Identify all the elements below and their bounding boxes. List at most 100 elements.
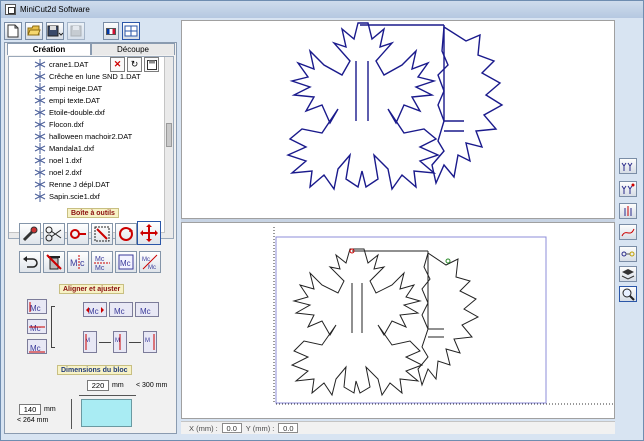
list-item[interactable]: noel 1.dxf	[33, 154, 82, 166]
align-connector	[51, 306, 52, 347]
list-item[interactable]: Sapin.scie1.dxf	[33, 190, 100, 202]
center-horizontal-icon[interactable]: Mc	[83, 302, 107, 317]
save-as-icon[interactable]	[144, 57, 159, 72]
list-item[interactable]: Renne J dépl.DAT	[33, 178, 110, 190]
x-value: 0.0	[221, 423, 242, 433]
svg-text:Mc: Mc	[114, 307, 125, 316]
svg-text:Mc: Mc	[88, 307, 99, 316]
list-item[interactable]: halloween machoir2.DAT	[33, 130, 132, 142]
layout-icon[interactable]	[122, 22, 140, 40]
svg-text:Mc: Mc	[142, 257, 150, 263]
open-folder-icon[interactable]	[25, 22, 43, 40]
list-item[interactable]: Flocon.dxf	[33, 118, 84, 130]
distribute-right-icon[interactable]: M	[143, 331, 157, 353]
width-dimension-line	[79, 395, 136, 396]
disk-icon[interactable]	[67, 22, 85, 40]
distribute-left-icon[interactable]: M	[83, 331, 97, 353]
list-item[interactable]: noel 2.dxf	[33, 166, 82, 178]
group-icon[interactable]: Mc	[115, 251, 137, 273]
align-connector	[51, 306, 55, 307]
width-input[interactable]: 220	[87, 380, 109, 391]
end-point-marker	[445, 258, 451, 264]
list-item[interactable]: Etoile-double.dxf	[33, 106, 105, 118]
center-both-icon[interactable]: Mc	[109, 302, 133, 317]
distribute-center-icon[interactable]: M	[113, 331, 127, 353]
snowflake-file-icon	[33, 106, 47, 118]
delete-icon[interactable]	[43, 251, 65, 273]
resize-icon[interactable]	[91, 223, 113, 245]
height-dimension-line	[71, 399, 72, 429]
tree-duplicate-icon[interactable]	[619, 181, 637, 197]
align-center-icon[interactable]: Mc	[27, 319, 47, 334]
y-label: Y (mm) :	[245, 423, 275, 433]
file-name: empi neige.DAT	[49, 83, 103, 93]
new-file-icon[interactable]	[4, 22, 22, 40]
left-panel: Création Découpe crane1.DAT Crêche en lu…	[4, 42, 177, 434]
list-item[interactable]: empi texte.DAT	[33, 94, 100, 106]
list-item[interactable]: crane1.DAT	[33, 58, 88, 70]
align-left-icon[interactable]: Mc	[27, 299, 47, 314]
node-icon[interactable]	[67, 223, 89, 245]
tree-add-icon[interactable]	[619, 158, 637, 174]
scissors-icon[interactable]	[43, 223, 65, 245]
file-name: halloween machoir2.DAT	[49, 131, 133, 141]
distribute-connector	[129, 342, 141, 343]
snowflake-file-icon	[33, 94, 47, 106]
list-item[interactable]: Mandala1.dxf	[33, 142, 94, 154]
file-list-scrollbar[interactable]	[164, 57, 173, 238]
snowflake-file-icon	[33, 178, 47, 190]
mirror-h-icon[interactable]: Mc	[67, 251, 89, 273]
move-icon[interactable]	[137, 221, 161, 245]
svg-text:Mc: Mc	[95, 265, 105, 271]
french-flag-icon[interactable]	[103, 22, 119, 40]
design-drawing	[286, 22, 504, 191]
zoom-icon[interactable]	[619, 286, 637, 302]
snowflake-file-icon	[33, 82, 47, 94]
snowflake-shape-left	[286, 22, 440, 191]
svg-text:M: M	[70, 258, 78, 268]
measure-icon[interactable]	[19, 223, 41, 245]
curve-icon[interactable]	[619, 224, 637, 240]
right-toolbar	[615, 20, 643, 434]
file-name: Sapin.scie1.dxf	[49, 191, 100, 201]
snowflake-file-icon	[33, 70, 47, 82]
cut-drawing	[273, 227, 614, 405]
tab-bar: Création Découpe	[7, 43, 175, 55]
app-window: MiniCut2d Software Création Découpe cran…	[0, 0, 644, 441]
tree-split-icon[interactable]	[619, 203, 637, 219]
y-value: 0.0	[278, 423, 299, 433]
layers-icon[interactable]	[619, 266, 637, 282]
dimensions-label: Dimensions du bloc	[57, 365, 132, 375]
height-input[interactable]: 140	[19, 404, 41, 415]
save-icon[interactable]	[46, 22, 64, 40]
app-icon	[5, 4, 16, 15]
path-icon[interactable]	[619, 246, 637, 262]
width-max: < 300 mm	[136, 382, 168, 389]
delete-file-icon[interactable]: ✕	[110, 57, 125, 72]
file-name: noel 2.dxf	[49, 167, 82, 177]
block-preview	[81, 399, 132, 427]
undo-icon[interactable]	[19, 251, 41, 273]
svg-text:Mc: Mc	[120, 259, 131, 268]
scroll-thumb[interactable]	[166, 123, 172, 147]
cut-canvas[interactable]	[181, 222, 615, 419]
main-toolbar	[4, 20, 180, 42]
svg-text:Mc: Mc	[30, 304, 41, 313]
list-item[interactable]: empi neige.DAT	[33, 82, 102, 94]
tab-creation[interactable]: Création	[7, 43, 91, 55]
align-connector	[51, 347, 55, 348]
center-vertical-icon[interactable]: Mc	[135, 302, 159, 317]
snowflake-file-icon	[33, 142, 47, 154]
snowflake-file-icon	[33, 154, 47, 166]
x-label: X (mm) :	[189, 423, 218, 433]
mirror-v-icon[interactable]: Mc Mc	[91, 251, 113, 273]
array-icon[interactable]: Mc Mc	[139, 251, 161, 273]
tab-decoupe[interactable]: Découpe	[91, 43, 175, 55]
svg-text:c: c	[80, 258, 85, 268]
rotate-icon[interactable]	[115, 223, 137, 245]
design-canvas[interactable]	[181, 20, 615, 219]
file-name: Crêche en lune SND 1.DAT	[49, 71, 141, 81]
refresh-icon[interactable]: ↻	[127, 57, 142, 72]
align-bottom-icon[interactable]: Mc	[27, 339, 47, 354]
file-name: Etoile-double.dxf	[49, 107, 105, 117]
